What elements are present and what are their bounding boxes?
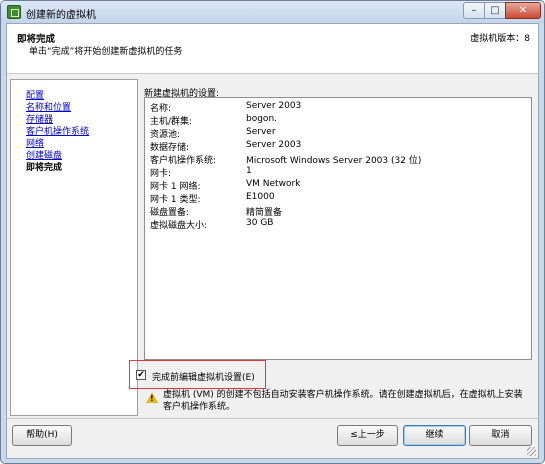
settings-row: 磁盘置备: 精简置备 bbox=[145, 205, 531, 218]
setting-value: 1 bbox=[246, 166, 252, 176]
window-title: 创建新的虚拟机 bbox=[26, 10, 96, 21]
setting-key: 主机/群集: bbox=[150, 117, 193, 127]
settings-row: 名称: Server 2003 bbox=[145, 101, 531, 114]
edit-settings-label[interactable]: 完成前编辑虚拟机设置(E) bbox=[152, 370, 255, 383]
setting-key: 数据存储: bbox=[150, 143, 190, 153]
vm-version-label: 虚拟机版本：8 bbox=[470, 34, 530, 44]
back-button[interactable]: ≤上一步 bbox=[337, 425, 398, 446]
wizard-header: 即将完成 单击“完成”将开始创建新虚拟机的任务 虚拟机版本：8 bbox=[7, 24, 538, 74]
maximize-button[interactable]: □ bbox=[484, 2, 506, 19]
wizard-nav: 配置 名称和位置 存储器 客户机操作系统 网络 创建磁盘 即将完成 bbox=[10, 79, 138, 416]
help-button[interactable]: 帮助(H) bbox=[12, 425, 72, 446]
settings-row: 网卡 1 类型: E1000 bbox=[145, 192, 531, 205]
settings-row: 客户机操作系统: Microsoft Windows Server 2003 (… bbox=[145, 153, 531, 166]
nav-item-ready-to-complete: 即将完成 bbox=[26, 163, 63, 173]
edit-settings-checkbox[interactable]: ✔ bbox=[136, 370, 146, 380]
resize-grip-icon[interactable] bbox=[527, 447, 536, 456]
setting-value: 30 GB bbox=[246, 218, 274, 228]
settings-row: 资源池: Server bbox=[145, 127, 531, 140]
settings-summary-box: 名称: Server 2003 主机/群集: bogon. 资源池: Serve… bbox=[144, 97, 532, 360]
setting-value: 精简置备 bbox=[246, 208, 283, 218]
setting-key: 磁盘置备: bbox=[150, 208, 190, 218]
minimize-button[interactable]: – bbox=[463, 2, 485, 19]
page-subtitle: 单击“完成”将开始创建新虚拟机的任务 bbox=[29, 47, 183, 57]
wizard-window: 创建新的虚拟机 – □ ✕ 即将完成 单击“完成”将开始创建新虚拟机的任务 虚拟… bbox=[0, 0, 545, 464]
continue-button[interactable]: 继续 bbox=[403, 425, 466, 446]
close-button[interactable]: ✕ bbox=[505, 2, 541, 19]
setting-value: Server bbox=[246, 127, 276, 137]
warning-message: 虚拟机 (VM) 的创建不包括自动安装客户机操作系统。请在创建虚拟机后，在虚拟机… bbox=[163, 390, 523, 412]
footer-divider bbox=[7, 418, 538, 419]
edit-settings-highlight: ✔ 完成前编辑虚拟机设置(E) bbox=[129, 360, 266, 389]
setting-key: 网卡: bbox=[150, 169, 172, 179]
setting-key: 网卡 1 类型: bbox=[150, 195, 201, 205]
setting-value: bogon. bbox=[246, 114, 278, 124]
settings-row: 网卡 1 网络: VM Network bbox=[145, 179, 531, 192]
setting-value: Microsoft Windows Server 2003 (32 位) bbox=[246, 156, 422, 166]
setting-key: 网卡 1 网络: bbox=[150, 182, 201, 192]
setting-value: Server 2003 bbox=[246, 101, 302, 111]
setting-key: 虚拟磁盘大小: bbox=[150, 221, 208, 231]
settings-row: 数据存储: Server 2003 bbox=[145, 140, 531, 153]
settings-row: 主机/群集: bogon. bbox=[145, 114, 531, 127]
setting-key: 名称: bbox=[150, 104, 172, 114]
cancel-button[interactable]: 取消 bbox=[469, 425, 532, 446]
setting-key: 资源池: bbox=[150, 130, 181, 140]
vm-app-icon bbox=[7, 5, 21, 19]
title-bar[interactable]: 创建新的虚拟机 – □ ✕ bbox=[1, 1, 544, 23]
page-title: 即将完成 bbox=[17, 34, 56, 45]
setting-value: VM Network bbox=[246, 179, 301, 189]
wizard-client-area: 即将完成 单击“完成”将开始创建新虚拟机的任务 虚拟机版本：8 配置 名称和位置… bbox=[6, 23, 539, 459]
setting-value: Server 2003 bbox=[246, 140, 302, 150]
settings-row: 虚拟磁盘大小: 30 GB bbox=[145, 218, 531, 231]
warning-icon-mark: ! bbox=[150, 394, 154, 403]
settings-row: 网卡: 1 bbox=[145, 166, 531, 179]
content-panel: 新建虚拟机的设置: 名称: Server 2003 主机/群集: bogon. … bbox=[129, 79, 534, 416]
setting-key: 客户机操作系统: bbox=[150, 156, 217, 166]
setting-value: E1000 bbox=[246, 192, 275, 202]
